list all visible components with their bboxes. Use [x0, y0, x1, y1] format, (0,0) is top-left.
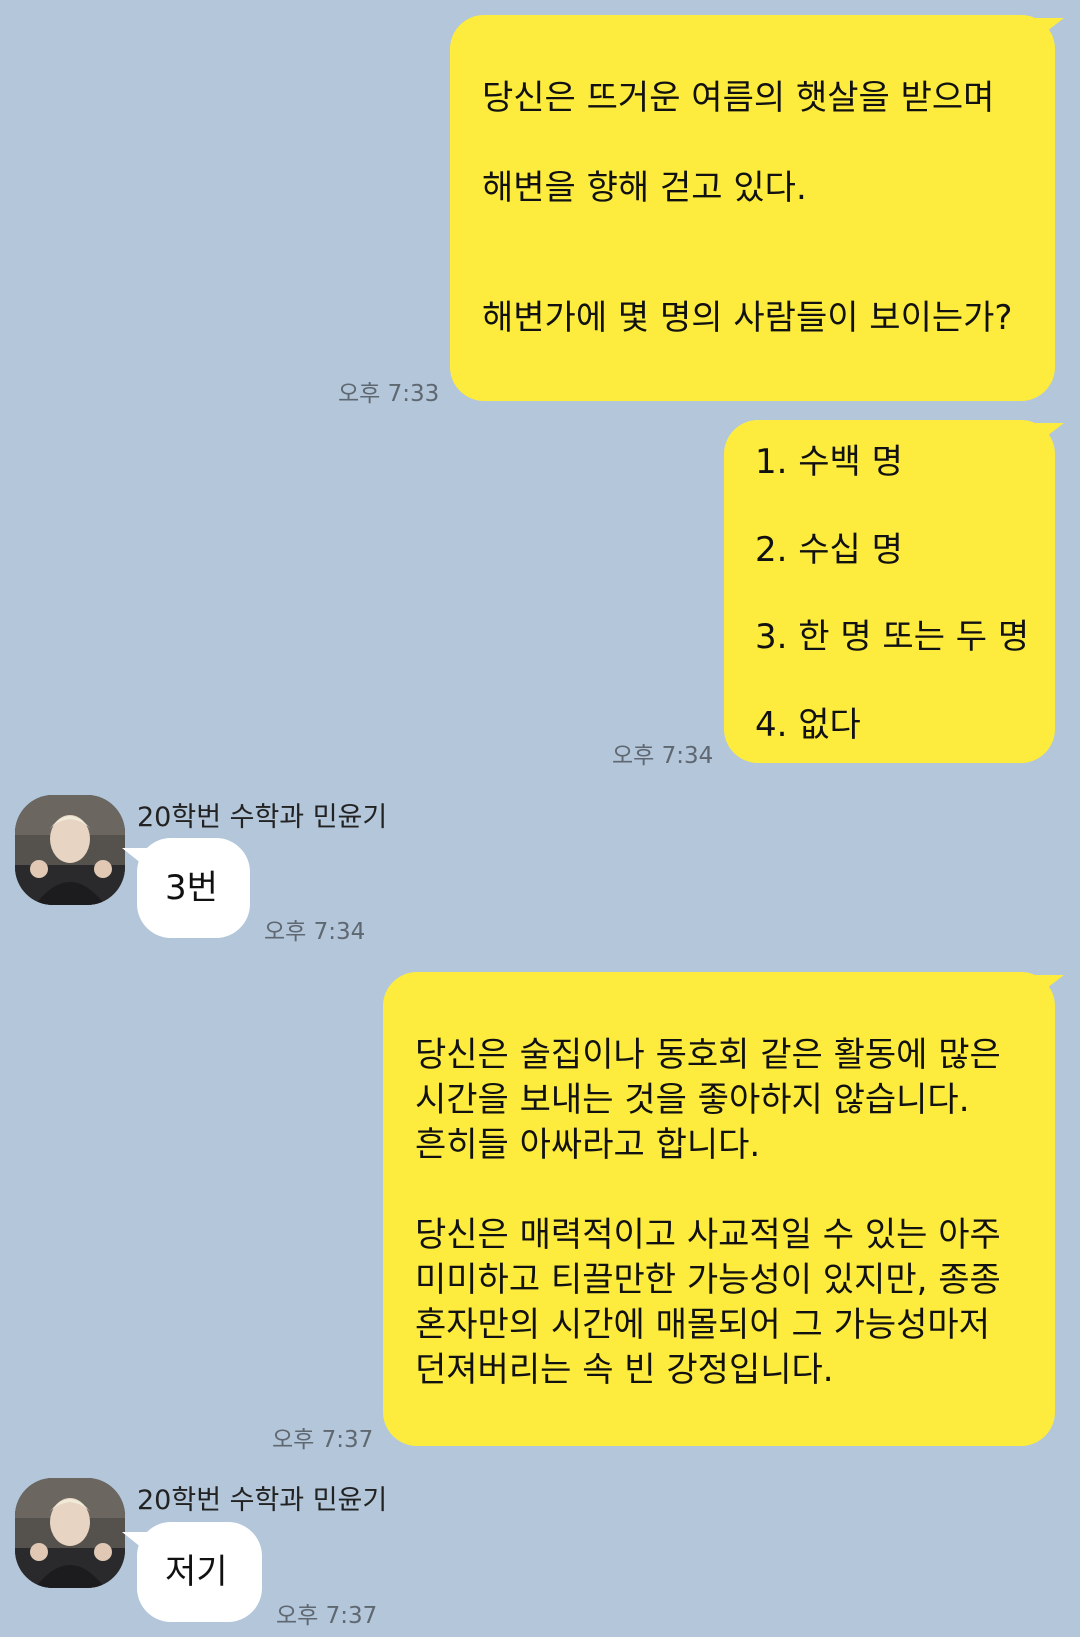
message-text: 저기: [165, 1552, 228, 1592]
avatar[interactable]: [15, 795, 125, 905]
message-text: 혼자만의 시간에 매몰되어 그 가능성마저: [415, 1305, 990, 1345]
bubble-tail: [1030, 18, 1064, 44]
message-text: 던져버리는 속 빈 강정입니다.: [415, 1350, 834, 1390]
bubble-tail: [122, 848, 152, 872]
message-text: 당신은 매력적이고 사교적일 수 있는 아주: [415, 1215, 1001, 1255]
message-text: 3번: [165, 868, 218, 908]
message-text: 3. 한 명 또는 두 명: [755, 617, 1030, 657]
message-text: 당신은 뜨거운 여름의 햇살을 받으며: [482, 78, 995, 118]
message-text: 4. 없다: [755, 705, 861, 745]
message-timestamp: 오후 7:37: [272, 1427, 374, 1453]
message-text: 1. 수백 명: [755, 442, 903, 482]
avatar[interactable]: [15, 1478, 125, 1588]
message-text: 흔히들 아싸라고 합니다.: [415, 1125, 761, 1165]
message-timestamp: 오후 7:33: [338, 381, 440, 407]
message-bubble-outgoing[interactable]: [450, 15, 1055, 401]
sender-name: 20학번 수학과 민윤기: [137, 1485, 388, 1516]
bubble-tail: [122, 1532, 152, 1556]
bubble-tail: [1030, 975, 1064, 1001]
message-text: 당신은 술집이나 동호회 같은 활동에 많은: [415, 1035, 1001, 1075]
message-text: 해변을 향해 걷고 있다.: [482, 168, 807, 208]
message-text: 시간을 보내는 것을 좋아하지 않습니다.: [415, 1080, 970, 1120]
message-text: 2. 수십 명: [755, 530, 903, 570]
message-timestamp: 오후 7:34: [612, 743, 714, 769]
profile-photo-icon: [15, 1478, 125, 1588]
message-timestamp: 오후 7:34: [264, 919, 366, 945]
bubble-tail: [1030, 423, 1064, 449]
message-timestamp: 오후 7:37: [276, 1603, 378, 1629]
message-text: 미미하고 티끌만한 가능성이 있지만, 종종: [415, 1260, 1001, 1300]
profile-photo-icon: [15, 795, 125, 905]
message-text: 해변가에 몇 명의 사람들이 보이는가?: [482, 298, 1013, 338]
sender-name: 20학번 수학과 민윤기: [137, 802, 388, 833]
